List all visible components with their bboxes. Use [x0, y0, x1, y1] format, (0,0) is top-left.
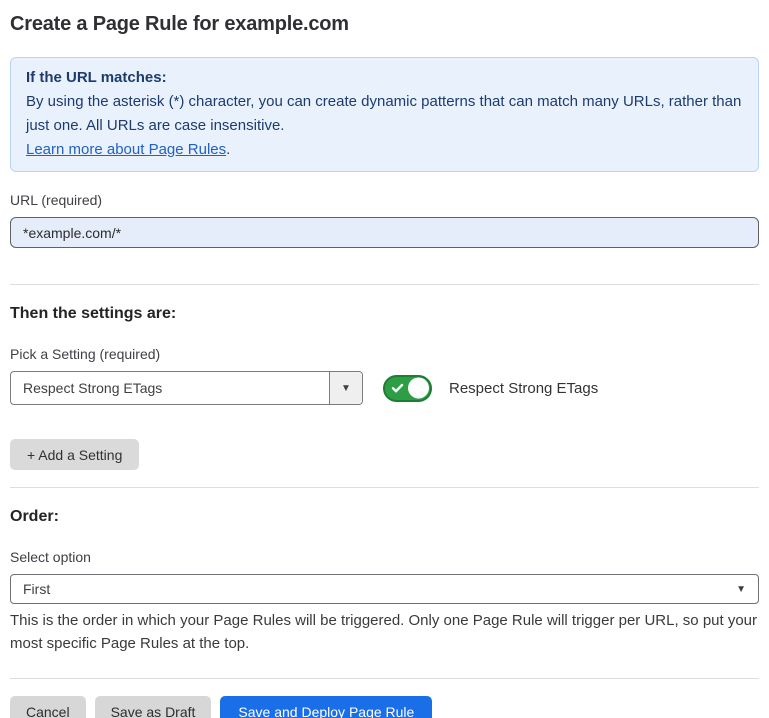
page-title: Create a Page Rule for example.com — [10, 12, 759, 36]
cancel-button[interactable]: Cancel — [10, 696, 86, 718]
divider — [10, 487, 759, 488]
setting-picker-label: Pick a Setting (required) — [10, 346, 759, 363]
order-help-text: This is the order in which your Page Rul… — [10, 609, 759, 655]
info-box-heading: If the URL matches: — [26, 66, 743, 90]
save-draft-button[interactable]: Save as Draft — [95, 696, 212, 718]
toggle-knob — [408, 378, 429, 399]
setting-select-arrow-button[interactable]: ▼ — [329, 372, 362, 404]
divider — [10, 678, 759, 679]
footer-actions: Cancel Save as Draft Save and Deploy Pag… — [10, 696, 759, 718]
order-select[interactable]: First ▼ — [10, 574, 759, 604]
setting-select-value: Respect Strong ETags — [11, 372, 329, 404]
add-setting-button[interactable]: + Add a Setting — [10, 439, 139, 470]
info-link-line: Learn more about Page Rules. — [26, 138, 743, 162]
order-section-heading: Order: — [10, 507, 759, 526]
create-page-rule-form: Create a Page Rule for example.com If th… — [0, 0, 769, 718]
toggle-label: Respect Strong ETags — [449, 380, 598, 397]
url-field-label: URL (required) — [10, 192, 759, 209]
settings-section-heading: Then the settings are: — [10, 304, 759, 323]
chevron-down-icon: ▼ — [736, 584, 746, 595]
check-icon — [391, 382, 404, 395]
setting-row: Respect Strong ETags ▼ Respect Strong ET… — [10, 371, 759, 405]
link-period: . — [226, 141, 230, 158]
chevron-down-icon: ▼ — [341, 383, 351, 394]
etags-toggle[interactable] — [383, 375, 432, 402]
save-deploy-button[interactable]: Save and Deploy Page Rule — [220, 696, 432, 718]
url-input[interactable] — [10, 217, 759, 248]
setting-select[interactable]: Respect Strong ETags ▼ — [10, 371, 363, 405]
divider — [10, 284, 759, 285]
order-select-label: Select option — [10, 549, 759, 566]
url-match-info-box: If the URL matches: By using the asteris… — [10, 57, 759, 172]
order-select-value: First — [23, 581, 736, 597]
info-box-body: By using the asterisk (*) character, you… — [26, 90, 743, 138]
learn-more-link[interactable]: Learn more about Page Rules — [26, 141, 226, 158]
